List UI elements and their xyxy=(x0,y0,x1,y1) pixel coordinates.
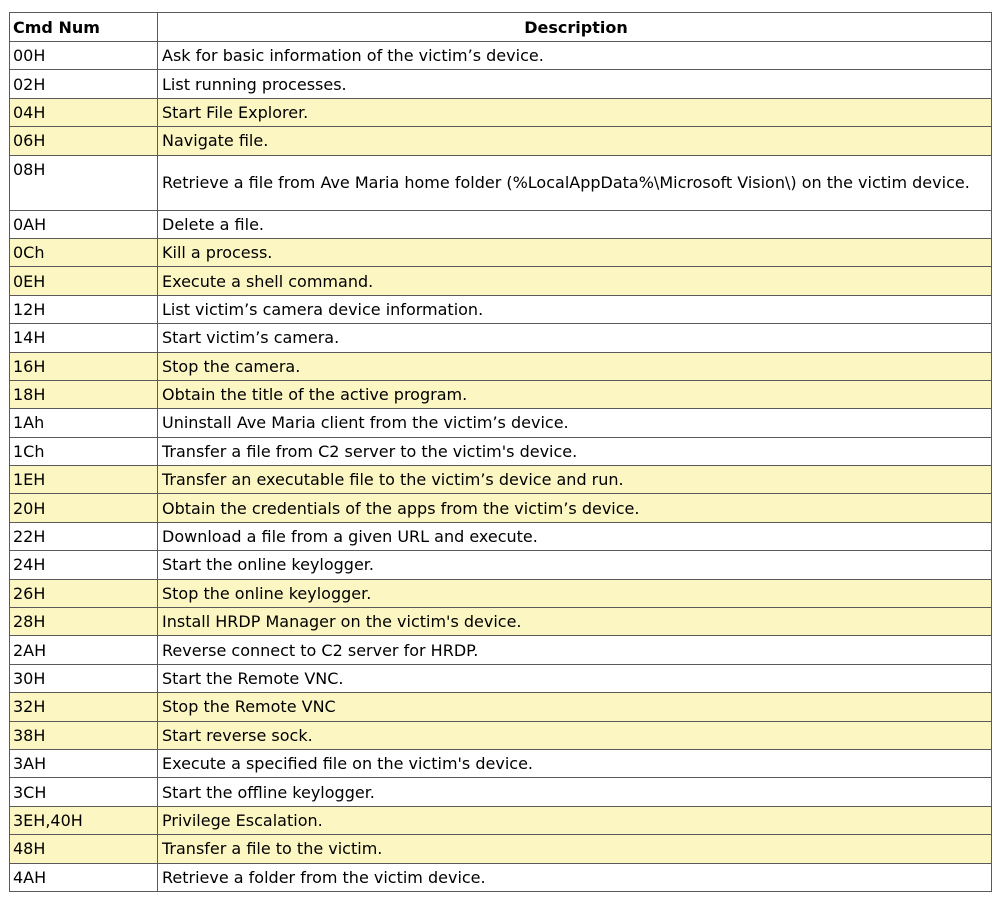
table-row: 18H Obtain the title of the active progra… xyxy=(9,379,992,410)
table-row: 08H Retrieve a file from Ave Maria home f… xyxy=(9,154,992,211)
table-row: 32H Stop the Remote VNC xyxy=(9,692,992,722)
table-row: 0EH Execute a shell command. xyxy=(9,266,992,296)
cmd-num-cell: 3AH xyxy=(9,748,158,779)
cmd-num-cell: 0EH xyxy=(9,266,158,296)
description-cell: Start the offline keylogger. xyxy=(157,777,992,807)
description-cell: Obtain the credentials of the apps from … xyxy=(157,493,992,523)
table-row: 3CH Start the offline keylogger. xyxy=(9,777,992,807)
description-header: Description xyxy=(157,12,992,42)
description-cell: Start victim’s camera. xyxy=(157,323,992,353)
cmd-num-header: Cmd Num xyxy=(9,12,158,42)
description-cell: Execute a specified file on the victim's… xyxy=(157,748,992,779)
cmd-num-cell: 2AH xyxy=(9,635,158,665)
cmd-num-cell: 22H xyxy=(9,521,158,552)
description-cell: Start reverse sock. xyxy=(157,720,992,750)
cmd-num-cell: 0Ch xyxy=(9,237,158,268)
cmd-num-cell: 28H xyxy=(9,607,158,637)
cmd-num-cell: 06H xyxy=(9,126,158,156)
table-row: 30H Start the Remote VNC. xyxy=(9,663,992,694)
cmd-num-cell: 32H xyxy=(9,692,158,722)
command-table: Cmd Num Description 00H Ask for basic inf… xyxy=(9,12,992,892)
cmd-num-cell: 3EH,40H xyxy=(9,805,158,836)
cmd-num-cell: 1Ah xyxy=(9,408,158,438)
header-row: Cmd Num Description xyxy=(9,12,992,42)
table-row: 12H List victim’s camera device informati… xyxy=(9,294,992,325)
table-row: 28H Install HRDP Manager on the victim's … xyxy=(9,607,992,637)
table-body: 00H Ask for basic information of the vict… xyxy=(9,40,992,892)
description-cell: Transfer a file to the victim. xyxy=(157,834,992,864)
table-row: 0Ch Kill a process. xyxy=(9,237,992,268)
table-row: 00H Ask for basic information of the vict… xyxy=(9,40,992,71)
description-cell: Stop the online keylogger. xyxy=(157,578,992,609)
description-cell: Retrieve a folder from the victim device… xyxy=(157,862,992,892)
cmd-num-cell: 12H xyxy=(9,294,158,325)
cmd-num-cell: 18H xyxy=(9,379,158,410)
table-row: 4AH Retrieve a folder from the victim dev… xyxy=(9,862,992,892)
table-row: 02H List running processes. xyxy=(9,69,992,99)
table-row: 3AH Execute a specified file on the victi… xyxy=(9,748,992,779)
description-cell: Obtain the title of the active program. xyxy=(157,379,992,410)
table-row: 1EH Transfer an executable file to the vi… xyxy=(9,465,992,495)
table-row: 22H Download a file from a given URL and … xyxy=(9,521,992,552)
cmd-num-cell: 3CH xyxy=(9,777,158,807)
table-row: 06H Navigate file. xyxy=(9,126,992,156)
description-cell: Start the online keylogger. xyxy=(157,550,992,580)
cmd-num-cell: 14H xyxy=(9,323,158,353)
table-row: 48H Transfer a file to the victim. xyxy=(9,834,992,864)
cmd-num-cell: 08H xyxy=(9,154,158,211)
cmd-num-cell: 20H xyxy=(9,493,158,523)
description-cell: Reverse connect to C2 server for HRDP. xyxy=(157,635,992,665)
table-row: 16H Stop the camera. xyxy=(9,351,992,381)
table-header: Cmd Num Description xyxy=(9,12,992,42)
table-row: 1Ch Transfer a file from C2 server to the… xyxy=(9,436,992,467)
cmd-num-cell: 16H xyxy=(9,351,158,381)
table-row: 0AH Delete a file. xyxy=(9,209,992,239)
cmd-num-cell: 30H xyxy=(9,663,158,694)
table-row: 1Ah Uninstall Ave Maria client from the v… xyxy=(9,408,992,438)
cmd-num-cell: 00H xyxy=(9,40,158,71)
table-row: 38H Start reverse sock. xyxy=(9,720,992,750)
cmd-num-cell: 1Ch xyxy=(9,436,158,467)
cmd-num-cell: 24H xyxy=(9,550,158,580)
table-row: 3EH,40H Privilege Escalation. xyxy=(9,805,992,836)
description-cell: Execute a shell command. xyxy=(157,266,992,296)
description-cell: Stop the Remote VNC xyxy=(157,692,992,722)
cmd-num-cell: 04H xyxy=(9,97,158,128)
description-cell: Start the Remote VNC. xyxy=(157,663,992,694)
cmd-num-cell: 1EH xyxy=(9,465,158,495)
description-cell: Delete a file. xyxy=(157,209,992,239)
table-row: 2AH Reverse connect to C2 server for HRDP… xyxy=(9,635,992,665)
description-cell: List victim’s camera device information. xyxy=(157,294,992,325)
table-row: 24H Start the online keylogger. xyxy=(9,550,992,580)
description-cell: Uninstall Ave Maria client from the vict… xyxy=(157,408,992,438)
description-cell: Install HRDP Manager on the victim's dev… xyxy=(157,607,992,637)
table-row: 04H Start File Explorer. xyxy=(9,97,992,128)
table-row: 14H Start victim’s camera. xyxy=(9,323,992,353)
description-cell: List running processes. xyxy=(157,69,992,99)
description-cell: Transfer an executable file to the victi… xyxy=(157,465,992,495)
description-cell: Navigate file. xyxy=(157,126,992,156)
description-cell: Ask for basic information of the victim’… xyxy=(157,40,992,71)
description-cell: Stop the camera. xyxy=(157,351,992,381)
cmd-num-cell: 26H xyxy=(9,578,158,609)
description-cell: Transfer a file from C2 server to the vi… xyxy=(157,436,992,467)
description-cell: Download a file from a given URL and exe… xyxy=(157,521,992,552)
cmd-num-cell: 4AH xyxy=(9,862,158,892)
description-cell: Kill a process. xyxy=(157,237,992,268)
table-row: 20H Obtain the credentials of the apps fr… xyxy=(9,493,992,523)
cmd-num-cell: 02H xyxy=(9,69,158,99)
cmd-num-cell: 0AH xyxy=(9,209,158,239)
cmd-num-cell: 38H xyxy=(9,720,158,750)
description-cell: Privilege Escalation. xyxy=(157,805,992,836)
description-cell: Retrieve a file from Ave Maria home fold… xyxy=(157,154,992,211)
cmd-num-cell: 48H xyxy=(9,834,158,864)
description-cell: Start File Explorer. xyxy=(157,97,992,128)
table-row: 26H Stop the online keylogger. xyxy=(9,578,992,609)
